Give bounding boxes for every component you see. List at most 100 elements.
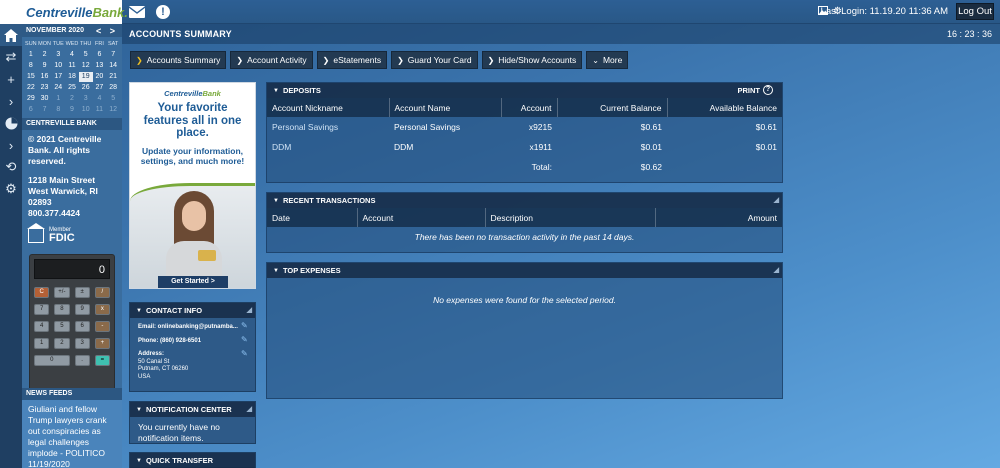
calendar-day[interactable]: 4: [93, 94, 107, 104]
calendar-day[interactable]: 5: [79, 50, 93, 60]
resize-grip-icon[interactable]: ◢: [774, 196, 779, 204]
calendar-day[interactable]: 25: [65, 83, 79, 93]
calendar-day[interactable]: 8: [51, 105, 65, 115]
calendar-day[interactable]: 22: [24, 83, 38, 93]
calendar-day[interactable]: 14: [106, 61, 120, 71]
calendar-day[interactable]: 15: [24, 72, 38, 82]
calendar-day[interactable]: 1: [51, 94, 65, 104]
alert-icon[interactable]: !: [154, 3, 172, 21]
calendar-day[interactable]: 7: [38, 105, 52, 115]
col-amount[interactable]: Amount: [655, 208, 782, 227]
calendar-day[interactable]: 5: [106, 94, 120, 104]
calendar-day[interactable]: 18: [65, 72, 79, 82]
calculator-key[interactable]: ±: [74, 287, 90, 298]
calendar-day[interactable]: 21: [106, 72, 120, 82]
home-icon[interactable]: [0, 24, 22, 46]
promo-banner[interactable]: CentrevilleBank Your favorite features a…: [129, 82, 256, 289]
calculator-key[interactable]: =: [94, 355, 110, 366]
calendar-day[interactable]: 27: [93, 83, 107, 93]
table-row[interactable]: DDM DDM x1911 $0.01 $0.01: [267, 137, 782, 157]
calendar-day[interactable]: 10: [79, 105, 93, 115]
col-date[interactable]: Date: [267, 208, 358, 227]
calendar-day[interactable]: 16: [38, 72, 52, 82]
recent-transactions-header[interactable]: ▼ RECENT TRANSACTIONS ◢: [267, 193, 782, 208]
calendar-day[interactable]: 29: [24, 94, 38, 104]
plus-icon[interactable]: +: [0, 68, 22, 90]
calendar-day[interactable]: 1: [24, 50, 38, 60]
calculator-key[interactable]: /: [94, 287, 110, 298]
calculator-key[interactable]: x: [94, 304, 110, 315]
chevron-right-icon-2[interactable]: ›: [0, 134, 22, 156]
refresh-icon[interactable]: ⟲: [0, 156, 22, 178]
quick-transfer-header[interactable]: ▼ QUICK TRANSFER: [130, 453, 255, 468]
calculator-key[interactable]: 4: [34, 321, 50, 332]
calendar-day[interactable]: 24: [51, 83, 65, 93]
calendar-day[interactable]: 2: [38, 50, 52, 60]
calendar-day[interactable]: 12: [106, 105, 120, 115]
col-available-balance[interactable]: Available Balance: [667, 98, 782, 117]
calendar-day[interactable]: 11: [93, 105, 107, 115]
account-nickname-link[interactable]: Personal Savings: [267, 117, 389, 137]
account-nickname-link[interactable]: DDM: [267, 137, 389, 157]
col-current-balance[interactable]: Current Balance: [557, 98, 668, 117]
calendar-day[interactable]: 7: [106, 50, 120, 60]
top-expenses-header[interactable]: ▼ TOP EXPENSES ◢: [267, 263, 782, 278]
calendar-day[interactable]: 3: [51, 50, 65, 60]
calendar-day[interactable]: 11: [65, 61, 79, 71]
edit-address-icon[interactable]: ✎: [241, 350, 249, 358]
calculator-key[interactable]: 8: [54, 304, 70, 315]
resize-grip-icon[interactable]: ◢: [774, 266, 779, 274]
logout-button[interactable]: Log Out: [956, 3, 994, 20]
calculator-key[interactable]: 6: [74, 321, 90, 332]
calculator-key[interactable]: 5: [54, 321, 70, 332]
calendar-day[interactable]: 19: [78, 72, 93, 82]
calendar-day[interactable]: 28: [106, 83, 120, 93]
calendar-day[interactable]: 2: [65, 94, 79, 104]
brand-logo[interactable]: CentrevilleBank.: [0, 0, 128, 24]
calculator-key[interactable]: 7: [34, 304, 50, 315]
notification-center-header[interactable]: ▼ NOTIFICATION CENTER ◢: [130, 402, 255, 417]
calendar-day[interactable]: 6: [24, 105, 38, 115]
calendar-day[interactable]: 3: [79, 94, 93, 104]
calendar-day[interactable]: 17: [51, 72, 65, 82]
col-account-name[interactable]: Account Name: [389, 98, 502, 117]
pie-chart-icon[interactable]: [0, 112, 22, 134]
nav-guard-your-card[interactable]: ❯ Guard Your Card: [391, 51, 478, 69]
chevron-right-icon[interactable]: ›: [0, 90, 22, 112]
calculator-key[interactable]: 3: [74, 338, 90, 349]
calendar-day[interactable]: 6: [93, 50, 107, 60]
calendar-day[interactable]: 13: [93, 61, 107, 71]
calendar-arrows[interactable]: < >: [96, 26, 118, 36]
calendar-day[interactable]: 8: [24, 61, 38, 71]
contact-info-header[interactable]: ▼ CONTACT INFO ◢: [130, 303, 255, 318]
col-account[interactable]: Account: [501, 98, 558, 117]
news-headline[interactable]: Giuliani and fellow Trump lawyers crank …: [22, 400, 122, 468]
calculator-key[interactable]: +/-: [54, 287, 70, 298]
nav-account-activity[interactable]: ❯ Account Activity: [230, 51, 313, 69]
table-row[interactable]: Personal Savings Personal Savings x9215 …: [267, 117, 782, 137]
calculator-key[interactable]: 0: [34, 355, 70, 366]
resize-grip-icon[interactable]: ◢: [247, 306, 252, 314]
mail-icon[interactable]: [128, 3, 146, 21]
calculator-key[interactable]: 1: [34, 338, 50, 349]
calculator-key[interactable]: -: [94, 321, 110, 332]
calendar-day[interactable]: 30: [38, 94, 52, 104]
nav-more[interactable]: ⌄ More: [586, 51, 629, 69]
nav-estatements[interactable]: ❯ eStatements: [316, 51, 388, 69]
col-account[interactable]: Account: [357, 208, 486, 227]
calculator-key[interactable]: .: [74, 355, 90, 366]
calendar-day[interactable]: 9: [38, 61, 52, 71]
settings-icon[interactable]: ⚙: [0, 178, 22, 200]
ad-get-started-button[interactable]: Get Started >: [158, 276, 228, 288]
calendar-day[interactable]: 26: [79, 83, 93, 93]
resize-grip-icon[interactable]: ◢: [247, 405, 252, 413]
print-link[interactable]: PRINT: [738, 86, 761, 95]
nav-accounts-summary[interactable]: ❯ Accounts Summary: [130, 51, 227, 69]
calendar-day[interactable]: 12: [79, 61, 93, 71]
transfer-icon[interactable]: ⇄: [0, 46, 22, 68]
calendar-day[interactable]: 23: [38, 83, 52, 93]
col-description[interactable]: Description: [485, 208, 656, 227]
calculator-key[interactable]: C: [34, 287, 50, 298]
deposits-header[interactable]: ▼ DEPOSITS PRINT ?: [267, 83, 782, 98]
edit-email-icon[interactable]: ✎: [241, 322, 249, 330]
